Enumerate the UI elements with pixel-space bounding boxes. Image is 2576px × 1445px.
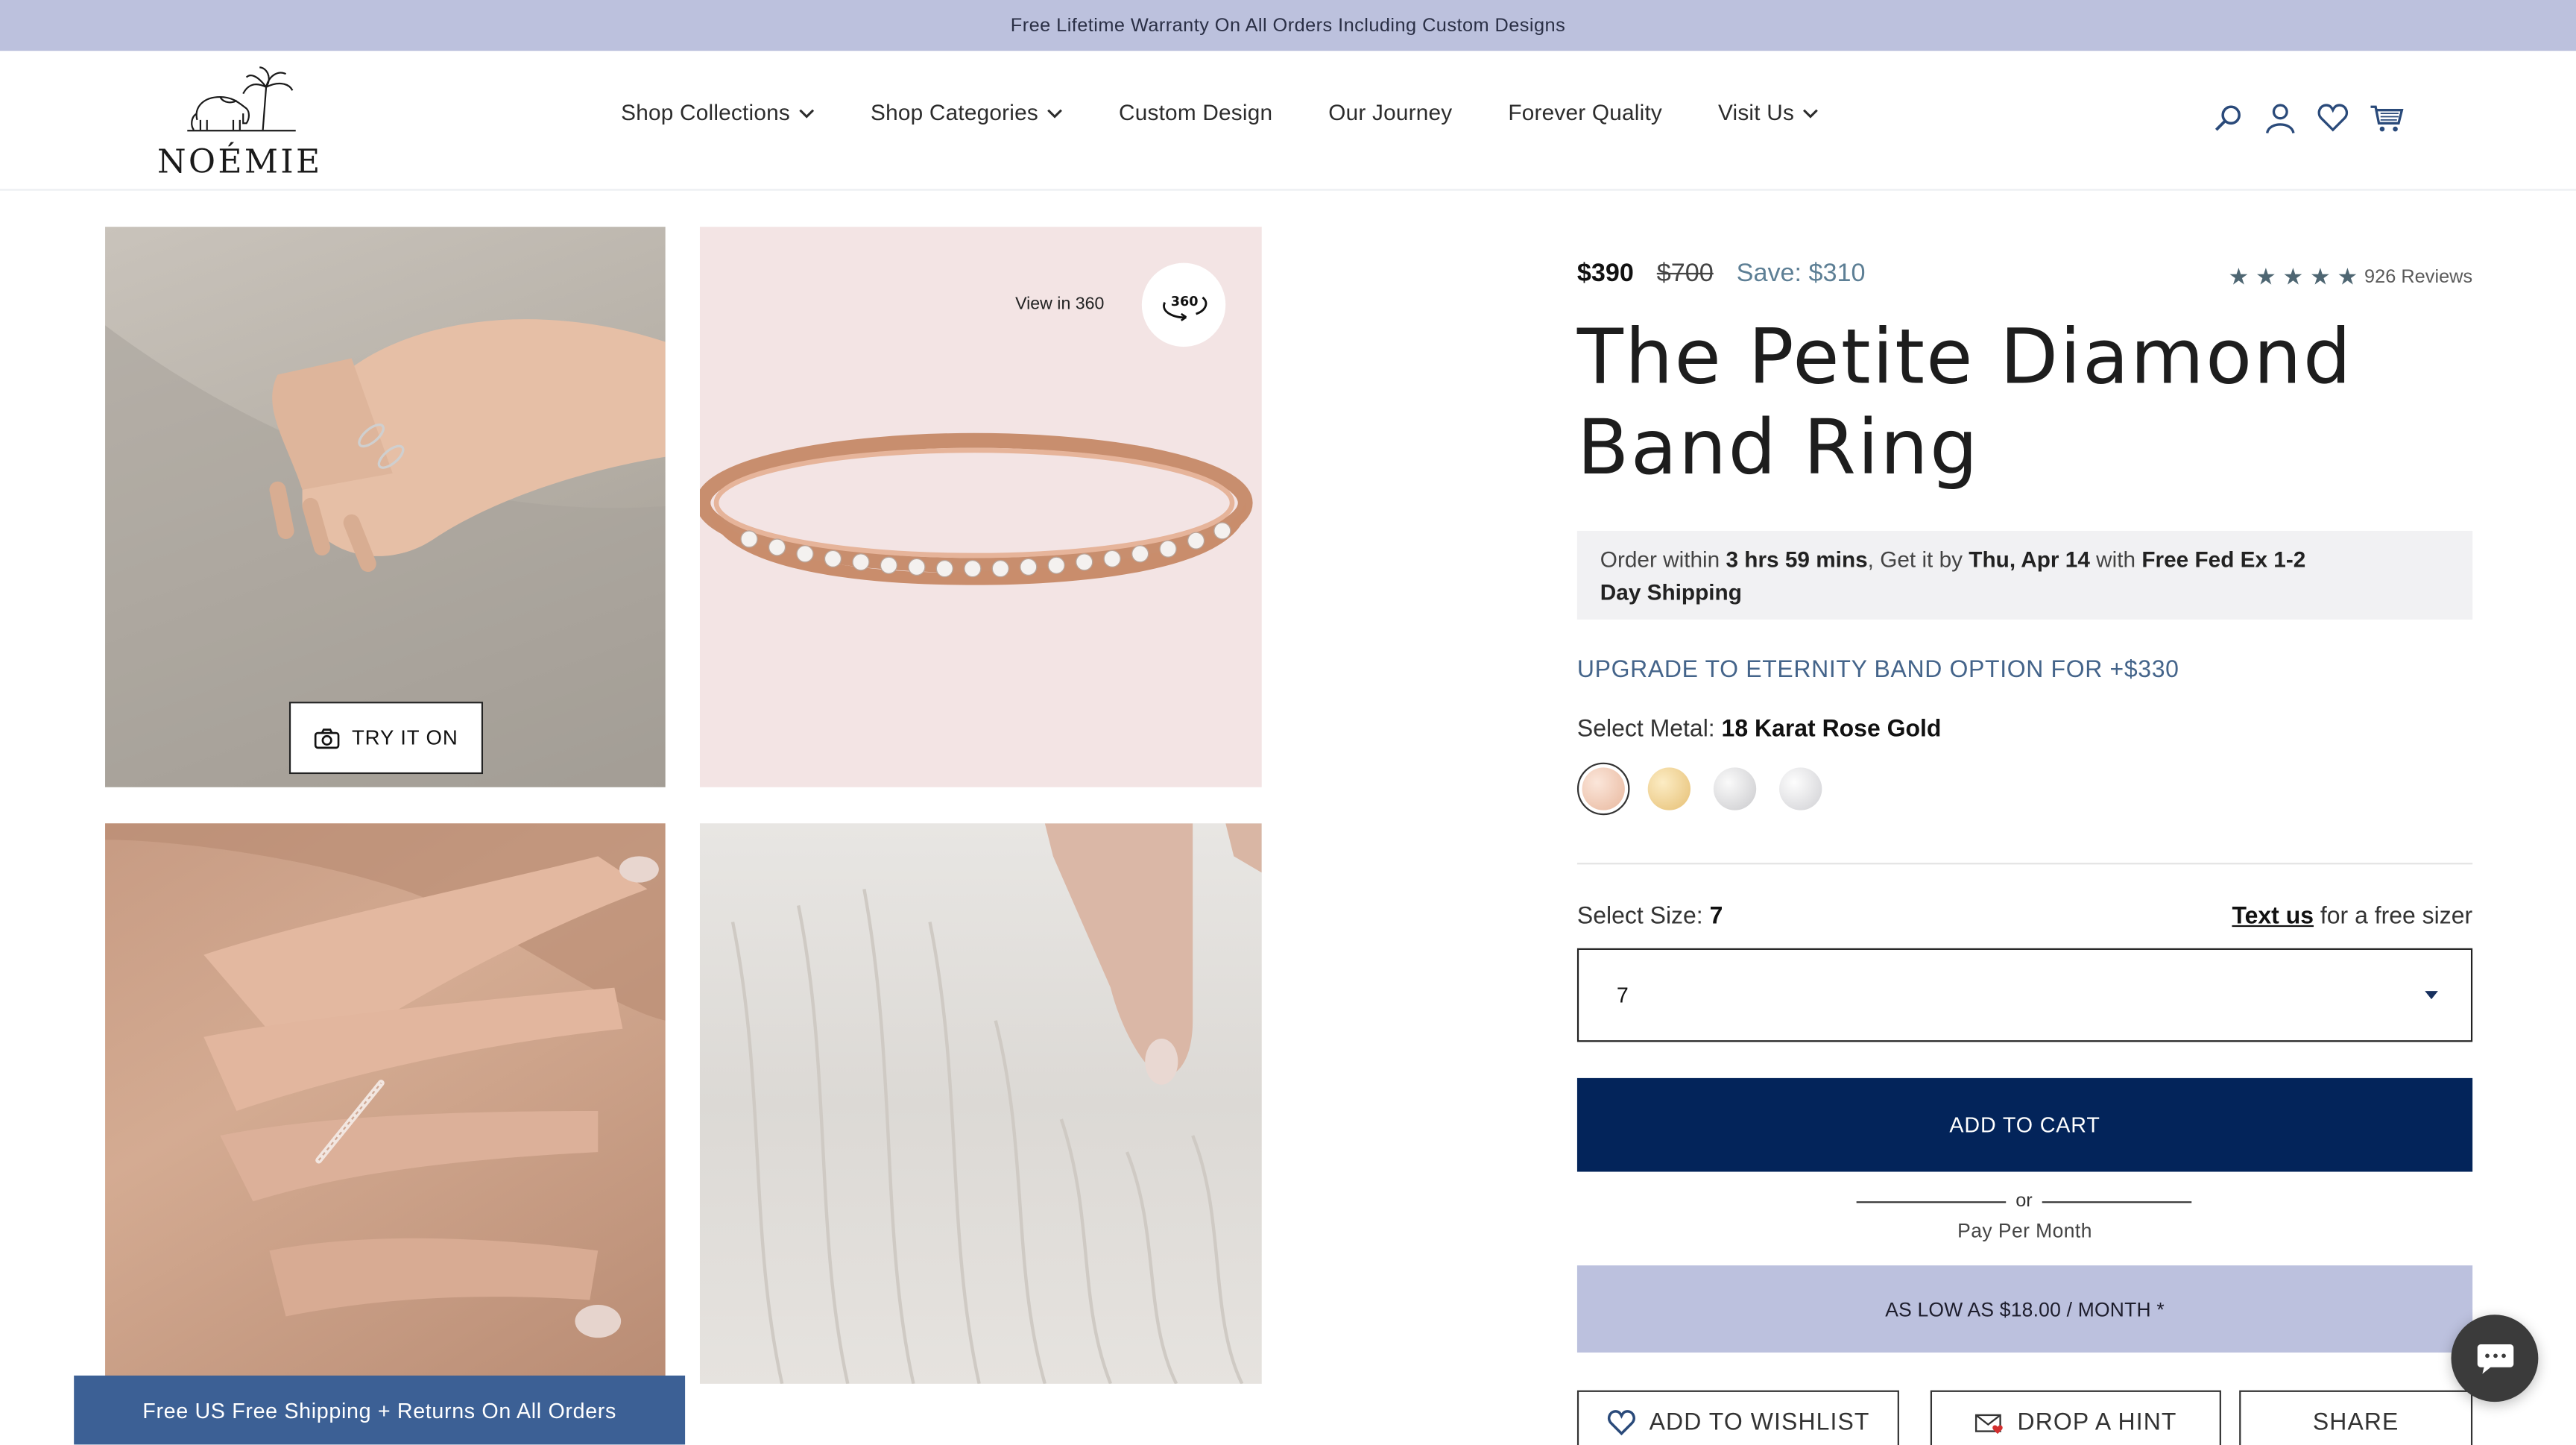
envelope-heart-icon: [1974, 1414, 2003, 1435]
drop-a-hint-button[interactable]: DROP A HINT: [1930, 1390, 2221, 1445]
announcement-text: Free Lifetime Warranty On All Orders Inc…: [1010, 15, 1566, 36]
add-to-wishlist-label: ADD TO WISHLIST: [1649, 1410, 1870, 1437]
nav-label: Forever Quality: [1508, 100, 1663, 125]
cart-icon[interactable]: [2369, 102, 2404, 135]
delivery-method-cont: Day Shipping: [1600, 580, 1742, 605]
nav-our-journey[interactable]: Our Journey: [1328, 100, 1452, 125]
star-icon: ★: [2228, 262, 2250, 289]
product-title-line1: The Petite Diamond: [1576, 312, 2353, 401]
swatch-platinum[interactable]: [1774, 763, 1827, 816]
drop-a-hint-label: DROP A HINT: [2017, 1410, 2177, 1437]
wishlist-heart-icon[interactable]: [2317, 102, 2349, 135]
chevron-down-icon: [1803, 108, 1818, 118]
add-to-wishlist-button[interactable]: ADD TO WISHLIST: [1576, 1390, 1899, 1445]
separator-line: [1856, 1200, 2006, 1203]
chevron-down-icon: [799, 108, 814, 118]
metal-label-text: Select Metal:: [1576, 716, 1722, 743]
star-icon: ★: [2255, 262, 2276, 289]
metal-swatches: [1576, 762, 1827, 816]
chat-widget-button[interactable]: [2451, 1315, 2539, 1402]
price-row: $390 $700 Save: $310: [1577, 259, 1866, 289]
main-nav: Shop Collections Shop Categories Custom …: [621, 100, 1875, 125]
announcement-bar: Free Lifetime Warranty On All Orders Inc…: [0, 0, 2576, 51]
try-it-on-label: TRY IT ON: [351, 726, 458, 750]
savings: Save: $310: [1736, 259, 1866, 288]
free-shipping-banner[interactable]: Free US Free Shipping + Returns On All O…: [74, 1375, 686, 1445]
review-count: 926 Reviews: [2364, 267, 2473, 287]
product-image-hand-closeup[interactable]: [105, 823, 666, 1384]
delivery-date: Thu, Apr 14: [1969, 547, 2090, 573]
size-select-value: 7: [1616, 983, 1629, 1008]
monthly-financing-label: AS LOW AS $18.00 / MONTH *: [1885, 1297, 2165, 1320]
or-separator: or: [1856, 1191, 2192, 1212]
nav-shop-collections[interactable]: Shop Collections: [621, 100, 815, 125]
delivery-countdown: 3 hrs 59 mins: [1726, 547, 1868, 573]
size-select[interactable]: 7: [1576, 948, 2473, 1042]
separator-line: [2042, 1200, 2192, 1203]
dropdown-caret-icon: [2425, 991, 2438, 1000]
delivery-text: Order within: [1600, 547, 1726, 573]
size-label: Select Size: 7: [1577, 904, 1723, 930]
sizer-suffix: for a free sizer: [2314, 904, 2473, 931]
rating-summary[interactable]: ★ ★ ★ ★ ★ 926 Reviews: [2229, 263, 2473, 291]
swatch-rose-gold[interactable]: [1576, 762, 1630, 816]
share-label: SHARE: [2312, 1410, 2399, 1437]
size-selected-value: 7: [1709, 904, 1723, 931]
product-image-fabric[interactable]: [699, 823, 1262, 1384]
fabric-with-hand-illustration: [730, 823, 1262, 1384]
add-to-cart-button[interactable]: ADD TO CART: [1576, 1077, 2473, 1172]
add-to-cart-label: ADD TO CART: [1949, 1112, 2100, 1138]
swatch-white-gold[interactable]: [1708, 763, 1761, 816]
hand-with-band-illustration: [105, 823, 666, 1338]
diamond-band-ring-illustration: [699, 432, 1253, 585]
nav-label: Shop Collections: [621, 100, 790, 125]
account-icon[interactable]: [2264, 102, 2296, 135]
camera-icon: [315, 728, 340, 749]
chat-bubble-icon: [2476, 1343, 2513, 1373]
star-icon: ★: [2282, 262, 2304, 289]
swatch-yellow-gold[interactable]: [1643, 763, 1696, 816]
share-button[interactable]: SHARE: [2239, 1390, 2473, 1445]
delivery-method: Free Fed Ex 1-2: [2141, 547, 2306, 573]
nav-shop-categories[interactable]: Shop Categories: [871, 100, 1063, 125]
heart-icon: [1607, 1410, 1635, 1436]
product-title-line2: Band Ring: [1576, 403, 1980, 492]
free-shipping-text: Free US Free Shipping + Returns On All O…: [142, 1397, 617, 1423]
product-image-ring-360[interactable]: View in 360 360: [699, 227, 1262, 787]
original-price: $700: [1656, 259, 1714, 288]
delivery-text: with: [2089, 547, 2142, 573]
nav-label: Our Journey: [1328, 100, 1453, 125]
nav-label: Custom Design: [1118, 100, 1273, 125]
size-label-text: Select Size:: [1576, 904, 1710, 931]
chevron-down-icon: [1047, 108, 1062, 118]
site-header: NOÉMIE Shop Collections Shop Categories …: [0, 51, 2576, 191]
nav-label: Shop Categories: [871, 100, 1038, 125]
text-us-link[interactable]: Text us: [2232, 904, 2314, 930]
current-price: $390: [1576, 259, 1634, 288]
nav-visit-us[interactable]: Visit Us: [1718, 100, 1819, 125]
nav-custom-design[interactable]: Custom Design: [1119, 100, 1272, 125]
free-sizer-note: Text us for a free sizer: [2232, 904, 2472, 930]
nav-label: Visit Us: [1717, 100, 1795, 125]
upgrade-eternity-link[interactable]: UPGRADE TO ETERNITY BAND OPTION FOR +$33…: [1577, 658, 2179, 684]
metal-label: Select Metal: 18 Karat Rose Gold: [1577, 717, 1941, 743]
or-text: or: [2015, 1191, 2033, 1212]
star-icon: ★: [2310, 262, 2331, 289]
nav-forever-quality[interactable]: Forever Quality: [1508, 100, 1662, 125]
elephant-palm-logo-icon: [187, 66, 296, 132]
pay-per-month-label: Pay Per Month: [1957, 1219, 2092, 1243]
brand-logo[interactable]: NOÉMIE: [148, 64, 332, 181]
header-actions: [2212, 102, 2404, 135]
delivery-text: , Get it by: [1867, 547, 1969, 573]
brand-wordmark: NOÉMIE: [157, 141, 323, 181]
delivery-estimate: Order within 3 hrs 59 mins, Get it by Th…: [1576, 530, 2473, 620]
search-icon[interactable]: [2212, 102, 2244, 135]
try-it-on-button[interactable]: TRY IT ON: [288, 702, 484, 775]
section-divider: [1576, 863, 2473, 865]
star-icon: ★: [2337, 262, 2358, 289]
product-title: The Petite Diamond Band Ring: [1577, 312, 2497, 493]
metal-selected-value: 18 Karat Rose Gold: [1721, 716, 1942, 743]
product-image-hand-on-knit[interactable]: TRY IT ON: [105, 227, 666, 787]
monthly-financing-button[interactable]: AS LOW AS $18.00 / MONTH *: [1576, 1265, 2473, 1353]
